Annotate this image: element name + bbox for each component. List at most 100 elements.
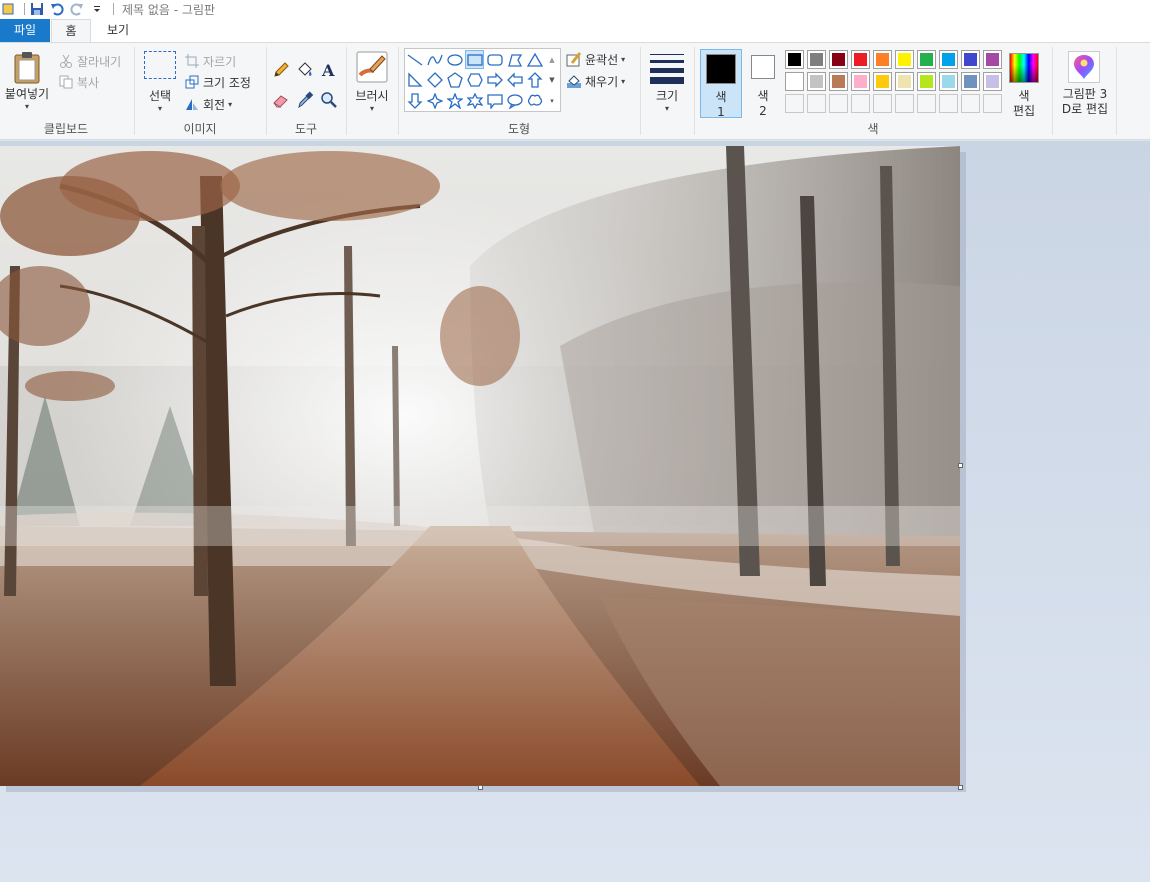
- custom-color-slot[interactable]: [939, 94, 958, 113]
- line-shape-icon[interactable]: [405, 50, 424, 69]
- left-arrow-shape-icon[interactable]: [505, 70, 524, 89]
- outline-button[interactable]: 윤곽선 ▾: [566, 49, 625, 69]
- custom-color-slot[interactable]: [851, 94, 870, 113]
- palette-swatch[interactable]: [939, 50, 958, 69]
- palette-swatch[interactable]: [785, 50, 804, 69]
- custom-color-slot[interactable]: [873, 94, 892, 113]
- tab-file[interactable]: 파일: [0, 19, 50, 42]
- crop-button[interactable]: 자르기: [184, 51, 236, 71]
- palette-swatch[interactable]: [829, 72, 848, 91]
- color1-button[interactable]: 색1: [700, 49, 742, 119]
- gallery-scroll-down-icon[interactable]: ▼: [545, 70, 559, 89]
- palette-swatch[interactable]: [873, 72, 892, 91]
- drawing-canvas[interactable]: [0, 146, 960, 786]
- rounded-rectangle-shape-icon[interactable]: [485, 50, 504, 69]
- color2-button[interactable]: [751, 55, 775, 79]
- paste-button[interactable]: 붙여넣기 ▾: [2, 51, 52, 119]
- oval-shape-icon[interactable]: [445, 50, 464, 69]
- paint3d-icon[interactable]: [1068, 51, 1100, 83]
- title-bar: 제목 없음 - 그림판: [0, 0, 1150, 18]
- four-point-star-shape-icon[interactable]: [425, 91, 444, 110]
- edit-colors-label[interactable]: 색 편집: [1004, 89, 1044, 119]
- chevron-down-icon: ▾: [369, 104, 374, 113]
- text-icon[interactable]: A: [320, 61, 340, 81]
- hexagon-shape-icon[interactable]: [465, 70, 484, 89]
- rect-callout-shape-icon[interactable]: [485, 91, 504, 110]
- tab-view[interactable]: 보기: [96, 19, 140, 42]
- ribbon-tabs: 파일 홈 보기: [0, 18, 1150, 43]
- palette-swatch[interactable]: [785, 72, 804, 91]
- edit-colors-icon[interactable]: [1009, 53, 1039, 83]
- custom-color-slot[interactable]: [785, 94, 804, 113]
- oval-callout-shape-icon[interactable]: [505, 91, 524, 110]
- palette-swatch[interactable]: [873, 50, 892, 69]
- custom-color-slot[interactable]: [961, 94, 980, 113]
- five-point-star-shape-icon[interactable]: [445, 91, 464, 110]
- select-button[interactable]: 선택 ▾: [142, 51, 178, 119]
- custom-color-slot[interactable]: [807, 94, 826, 113]
- magnifier-icon[interactable]: [320, 91, 340, 111]
- pencil-icon[interactable]: [272, 61, 292, 81]
- polygon-shape-icon[interactable]: [505, 50, 524, 69]
- color1-swatch: [706, 54, 736, 84]
- down-arrow-shape-icon[interactable]: [405, 91, 424, 110]
- paint3d-label[interactable]: 그림판 3 D로 편집: [1056, 87, 1114, 117]
- palette-swatch[interactable]: [961, 72, 980, 91]
- copy-icon: [58, 74, 74, 90]
- undo-icon[interactable]: [49, 2, 65, 16]
- palette-swatch[interactable]: [939, 72, 958, 91]
- curve-shape-icon[interactable]: [425, 50, 444, 69]
- size-button[interactable]: 크기 ▾: [648, 51, 686, 119]
- custom-color-slot[interactable]: [983, 94, 1002, 113]
- palette-swatch[interactable]: [961, 50, 980, 69]
- copy-button[interactable]: 복사: [58, 72, 99, 92]
- brush-icon: [356, 51, 388, 83]
- palette-swatch[interactable]: [851, 50, 870, 69]
- diamond-shape-icon[interactable]: [425, 70, 444, 89]
- custom-color-slot[interactable]: [895, 94, 914, 113]
- triangle-shape-icon[interactable]: [525, 50, 544, 69]
- cloud-callout-shape-icon[interactable]: [525, 91, 544, 110]
- up-arrow-shape-icon[interactable]: [525, 70, 544, 89]
- gallery-scroll-up-icon[interactable]: ▲: [545, 50, 559, 69]
- canvas-resize-handle-bottom[interactable]: [478, 785, 483, 790]
- color-picker-icon[interactable]: [296, 91, 316, 111]
- palette-swatch[interactable]: [983, 72, 1002, 91]
- rotate-button[interactable]: 회전 ▾: [184, 94, 232, 114]
- six-point-star-shape-icon[interactable]: [465, 91, 484, 110]
- cut-button[interactable]: 잘라내기: [58, 51, 121, 71]
- tab-home[interactable]: 홈: [51, 19, 91, 43]
- palette-swatch[interactable]: [807, 72, 826, 91]
- palette-swatch[interactable]: [807, 50, 826, 69]
- fill-icon[interactable]: [296, 61, 316, 81]
- right-triangle-shape-icon[interactable]: [405, 70, 424, 89]
- palette-swatch[interactable]: [895, 72, 914, 91]
- rectangle-shape-icon[interactable]: [465, 50, 484, 69]
- redo-icon[interactable]: [69, 2, 85, 16]
- fill-button[interactable]: 채우기 ▾: [566, 71, 625, 91]
- custom-color-slot[interactable]: [917, 94, 936, 113]
- canvas-resize-handle-right[interactable]: [958, 463, 963, 468]
- palette-swatch[interactable]: [851, 72, 870, 91]
- separator: [346, 47, 347, 135]
- palette-swatch[interactable]: [917, 72, 936, 91]
- tools-group: A 도구: [268, 45, 344, 139]
- customize-dropdown-icon[interactable]: [89, 2, 105, 16]
- palette-swatch[interactable]: [895, 50, 914, 69]
- pentagon-shape-icon[interactable]: [445, 70, 464, 89]
- palette-swatch[interactable]: [829, 50, 848, 69]
- canvas-image: [0, 146, 960, 786]
- palette-swatch[interactable]: [983, 50, 1002, 69]
- eraser-icon[interactable]: [272, 91, 292, 111]
- line-size-icon: [650, 51, 684, 84]
- save-icon[interactable]: [29, 2, 45, 16]
- right-arrow-shape-icon[interactable]: [485, 70, 504, 89]
- brushes-button[interactable]: 브러시 ▾: [352, 51, 392, 119]
- canvas-resize-handle-corner[interactable]: [958, 785, 963, 790]
- palette-swatch[interactable]: [917, 50, 936, 69]
- tools-group-label: 도구: [294, 122, 318, 136]
- resize-button[interactable]: 크기 조정: [184, 72, 251, 92]
- crop-label: 자르기: [203, 54, 237, 69]
- gallery-expand-icon[interactable]: ▾: [545, 91, 559, 110]
- custom-color-slot[interactable]: [829, 94, 848, 113]
